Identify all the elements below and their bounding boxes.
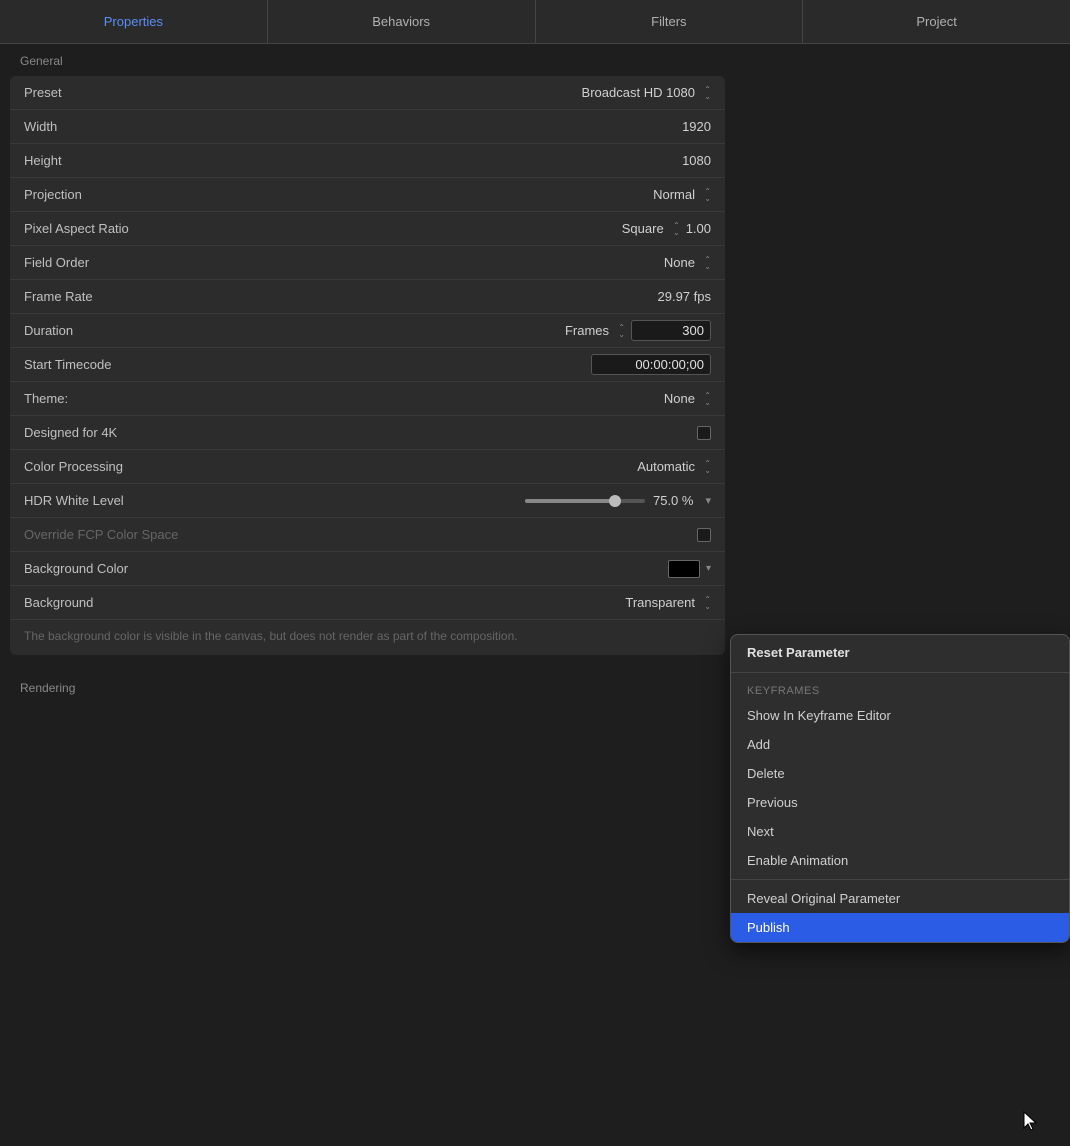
context-menu-delete[interactable]: Delete [731, 759, 1069, 788]
color-processing-stepper[interactable] [701, 460, 711, 474]
preset-stepper[interactable] [701, 86, 711, 100]
hdr-white-level-label: HDR White Level [24, 493, 204, 508]
pixel-aspect-stepper[interactable] [670, 222, 680, 236]
projection-value: Normal [653, 187, 695, 202]
context-menu-reveal-original[interactable]: Reveal Original Parameter [731, 884, 1069, 913]
frame-rate-row: Frame Rate 29.97 fps [10, 280, 725, 314]
duration-row: Duration Frames [10, 314, 725, 348]
height-value: 1080 [682, 153, 711, 168]
tab-project[interactable]: Project [803, 0, 1070, 43]
designed-4k-row: Designed for 4K [10, 416, 725, 450]
duration-input[interactable] [631, 320, 711, 341]
hdr-slider-track[interactable] [525, 499, 645, 503]
background-row: Background Transparent [10, 586, 725, 620]
context-menu-enable-animation[interactable]: Enable Animation [731, 846, 1069, 875]
background-color-swatch[interactable] [668, 560, 700, 578]
color-processing-row: Color Processing Automatic [10, 450, 725, 484]
context-menu: Reset Parameter KEYFRAMES Show In Keyfra… [730, 634, 1070, 943]
background-value: Transparent [625, 595, 695, 610]
theme-row: Theme: None [10, 382, 725, 416]
override-fcp-checkbox[interactable] [697, 528, 711, 542]
tab-properties[interactable]: Properties [0, 0, 268, 43]
duration-label: Duration [24, 323, 204, 338]
context-menu-next[interactable]: Next [731, 817, 1069, 846]
main-content: General Preset Broadcast HD 1080 Width 1… [0, 44, 735, 1146]
theme-label: Theme: [24, 391, 204, 406]
width-value: 1920 [682, 119, 711, 134]
description-text: The background color is visible in the c… [24, 629, 518, 643]
cursor [1022, 1110, 1040, 1128]
theme-stepper[interactable] [701, 392, 711, 406]
override-fcp-label: Override FCP Color Space [24, 527, 204, 542]
duration-sublabel-stepper[interactable] [615, 324, 625, 338]
color-processing-value: Automatic [637, 459, 695, 474]
projection-label: Projection [24, 187, 204, 202]
frame-rate-label: Frame Rate [24, 289, 204, 304]
width-row: Width 1920 [10, 110, 725, 144]
height-label: Height [24, 153, 204, 168]
properties-panel: Preset Broadcast HD 1080 Width 1920 Heig… [10, 76, 725, 655]
preset-label: Preset [24, 85, 204, 100]
preset-value: Broadcast HD 1080 [582, 85, 695, 100]
hdr-slider-thumb [609, 495, 621, 507]
duration-sublabel: Frames [565, 323, 609, 338]
pixel-aspect-ratio-row: Pixel Aspect Ratio Square 1.00 [10, 212, 725, 246]
background-color-row: Background Color ▾ [10, 552, 725, 586]
field-order-label: Field Order [24, 255, 204, 270]
background-stepper[interactable] [701, 596, 711, 610]
hdr-slider-fill [525, 499, 615, 503]
background-color-label: Background Color [24, 561, 204, 576]
preset-row: Preset Broadcast HD 1080 [10, 76, 725, 110]
start-timecode-label: Start Timecode [24, 357, 204, 372]
hdr-white-level-value: 75.0 % [653, 493, 693, 508]
field-order-stepper[interactable] [701, 256, 711, 270]
context-menu-previous[interactable]: Previous [731, 788, 1069, 817]
start-timecode-input[interactable] [591, 354, 711, 375]
hdr-white-level-row: HDR White Level 75.0 % ▾ [10, 484, 725, 518]
projection-row: Projection Normal [10, 178, 725, 212]
separator-2 [731, 879, 1069, 880]
general-section-header: General [0, 44, 735, 76]
context-menu-show-keyframe[interactable]: Show In Keyframe Editor [731, 701, 1069, 730]
projection-stepper[interactable] [701, 188, 711, 202]
override-fcp-row: Override FCP Color Space [10, 518, 725, 552]
height-row: Height 1080 [10, 144, 725, 178]
context-menu-keyframes-label: KEYFRAMES [731, 677, 1069, 701]
context-menu-publish[interactable]: Publish [731, 913, 1069, 942]
tab-filters[interactable]: Filters [536, 0, 804, 43]
hdr-expand-arrow[interactable]: ▾ [705, 494, 711, 507]
designed-4k-checkbox[interactable] [697, 426, 711, 440]
tab-behaviors[interactable]: Behaviors [268, 0, 536, 43]
width-label: Width [24, 119, 204, 134]
field-order-value: None [664, 255, 695, 270]
background-label: Background [24, 595, 204, 610]
tab-bar: Properties Behaviors Filters Project [0, 0, 1070, 44]
field-order-row: Field Order None [10, 246, 725, 280]
rendering-section-header: Rendering [0, 671, 735, 703]
context-menu-add[interactable]: Add [731, 730, 1069, 759]
description-row: The background color is visible in the c… [10, 620, 725, 655]
pixel-aspect-ratio-label: Pixel Aspect Ratio [24, 221, 204, 236]
context-menu-reset[interactable]: Reset Parameter [731, 635, 1069, 668]
pixel-aspect-value2: 1.00 [686, 221, 711, 236]
theme-value: None [664, 391, 695, 406]
start-timecode-row: Start Timecode [10, 348, 725, 382]
background-color-dropdown[interactable]: ▾ [706, 563, 711, 574]
separator-1 [731, 672, 1069, 673]
color-processing-label: Color Processing [24, 459, 204, 474]
designed-4k-label: Designed for 4K [24, 425, 204, 440]
pixel-aspect-value1: Square [622, 221, 664, 236]
frame-rate-value: 29.97 fps [658, 289, 712, 304]
